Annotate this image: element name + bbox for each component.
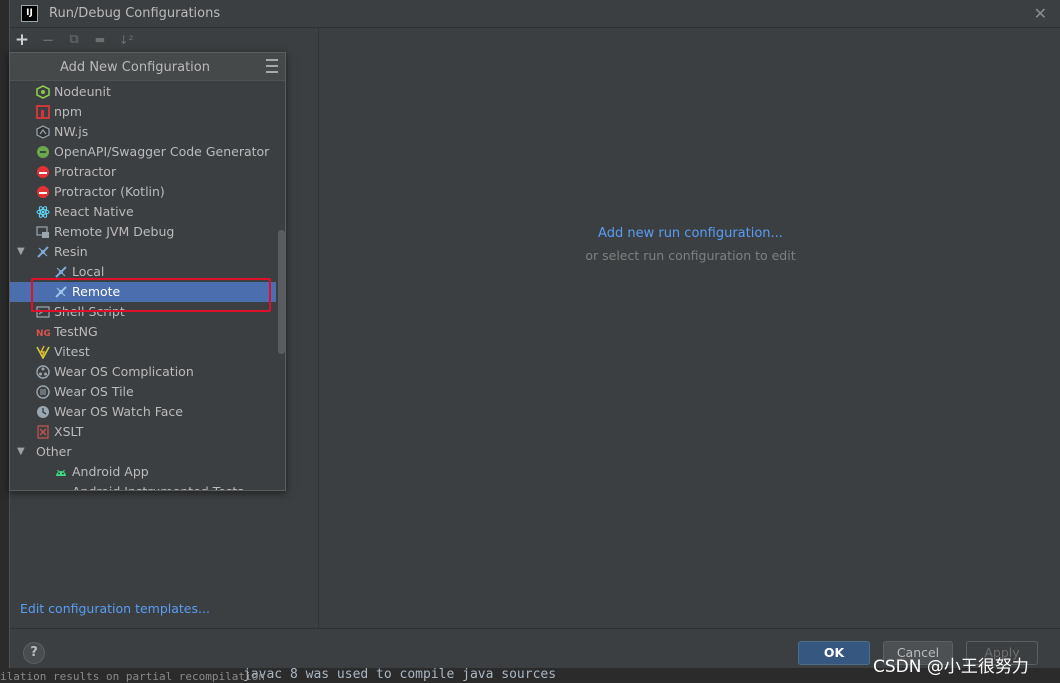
configuration-type-list: Nodeunit npm NW.js OpenAPI/Swagger Code …	[10, 82, 276, 490]
list-item-nodeunit[interactable]: Nodeunit	[10, 82, 276, 102]
list-item-android-app[interactable]: Android App	[10, 462, 276, 482]
ok-button[interactable]: OK	[798, 641, 870, 665]
protractor-icon	[36, 165, 50, 179]
console-output-line: javac 8 was used to compile java sources	[243, 667, 557, 682]
shell-script-icon	[36, 305, 50, 319]
popup-scrollbar[interactable]	[277, 82, 285, 490]
list-item-protractor-kotlin[interactable]: Protractor (Kotlin)	[10, 182, 276, 202]
chevron-down-icon[interactable]: ▼	[17, 442, 25, 462]
list-item-remote-jvm-debug[interactable]: Remote JVM Debug	[10, 222, 276, 242]
resin-icon	[36, 245, 50, 259]
background-editor-gutter	[0, 0, 9, 683]
configuration-editor: Add new run configuration... or select r…	[320, 28, 1060, 628]
list-item-other[interactable]: ▼ Other	[10, 442, 276, 462]
vitest-icon	[36, 345, 50, 360]
android-test-icon	[54, 485, 68, 490]
list-item-android-instrumented-tests[interactable]: Android Instrumented Tests	[10, 482, 276, 490]
add-new-configuration-popup: Add New Configuration Nodeunit npm NW.js	[9, 52, 286, 491]
wear-os-watch-face-icon	[36, 405, 50, 419]
nwjs-icon	[36, 125, 50, 139]
wear-os-tile-icon	[36, 385, 50, 399]
react-icon	[36, 205, 50, 219]
list-item-wear-os-complication[interactable]: Wear OS Complication	[10, 362, 276, 382]
list-item-resin-local[interactable]: Local	[10, 262, 276, 282]
list-item-wear-os-watch-face[interactable]: Wear OS Watch Face	[10, 402, 276, 422]
list-item-vitest[interactable]: Vitest	[10, 342, 276, 362]
list-item-react-native[interactable]: React Native	[10, 202, 276, 222]
select-configuration-hint: or select run configuration to edit	[585, 248, 796, 263]
help-button[interactable]: ?	[23, 642, 45, 664]
list-item-testng[interactable]: NG TestNG	[10, 322, 276, 342]
remove-icon[interactable]: −	[38, 30, 58, 50]
resin-local-icon	[54, 265, 68, 279]
sort-icon[interactable]: ↓²	[116, 30, 136, 50]
android-icon	[54, 465, 68, 479]
list-item-resin-remote[interactable]: Remote	[10, 282, 276, 302]
list-item-shell-script[interactable]: Shell Script	[10, 302, 276, 322]
xslt-icon	[36, 425, 50, 439]
configurations-toolbar: + − ⧉ ▬ ↓²	[10, 28, 319, 52]
add-icon[interactable]: +	[12, 30, 32, 50]
dialog-title: Run/Debug Configurations	[49, 6, 221, 21]
add-run-configuration-link[interactable]: Add new run configuration...	[320, 226, 1060, 241]
csdn-watermark: CSDN @小王很努力	[873, 657, 1029, 677]
chevron-down-icon[interactable]: ▼	[17, 242, 25, 262]
scrollbar-thumb[interactable]	[278, 230, 285, 354]
list-item-openapi[interactable]: OpenAPI/Swagger Code Generator	[10, 142, 276, 162]
title-bar: IJ Run/Debug Configurations ✕	[10, 0, 1060, 28]
list-item-resin[interactable]: ▼ Resin	[10, 242, 276, 262]
protractor-kotlin-icon	[36, 185, 50, 199]
list-item-npm[interactable]: npm	[10, 102, 276, 122]
copy-icon[interactable]: ⧉	[64, 30, 84, 50]
popup-title: Add New Configuration	[60, 60, 210, 75]
remote-debug-icon	[36, 225, 50, 239]
list-item-nwjs[interactable]: NW.js	[10, 122, 276, 142]
swagger-icon	[36, 145, 50, 159]
close-icon[interactable]: ✕	[1034, 4, 1047, 23]
list-item-wear-os-tile[interactable]: Wear OS Tile	[10, 382, 276, 402]
popup-header: Add New Configuration	[10, 53, 285, 81]
resin-remote-icon	[54, 285, 68, 299]
list-item-protractor[interactable]: Protractor	[10, 162, 276, 182]
intellij-icon: IJ	[21, 5, 38, 22]
console-output-left: ilation results on partial recompilation	[0, 670, 265, 683]
edit-templates-link[interactable]: Edit configuration templates...	[20, 601, 210, 616]
testng-icon: NG	[36, 325, 51, 339]
folder-icon[interactable]: ▬	[90, 30, 110, 50]
wear-os-complication-icon	[36, 365, 50, 379]
npm-icon	[36, 105, 50, 119]
nodeunit-icon	[36, 85, 50, 99]
collapse-all-icon[interactable]	[266, 58, 279, 74]
list-item-xslt[interactable]: XSLT	[10, 422, 276, 442]
svg-text:NG: NG	[36, 329, 50, 339]
